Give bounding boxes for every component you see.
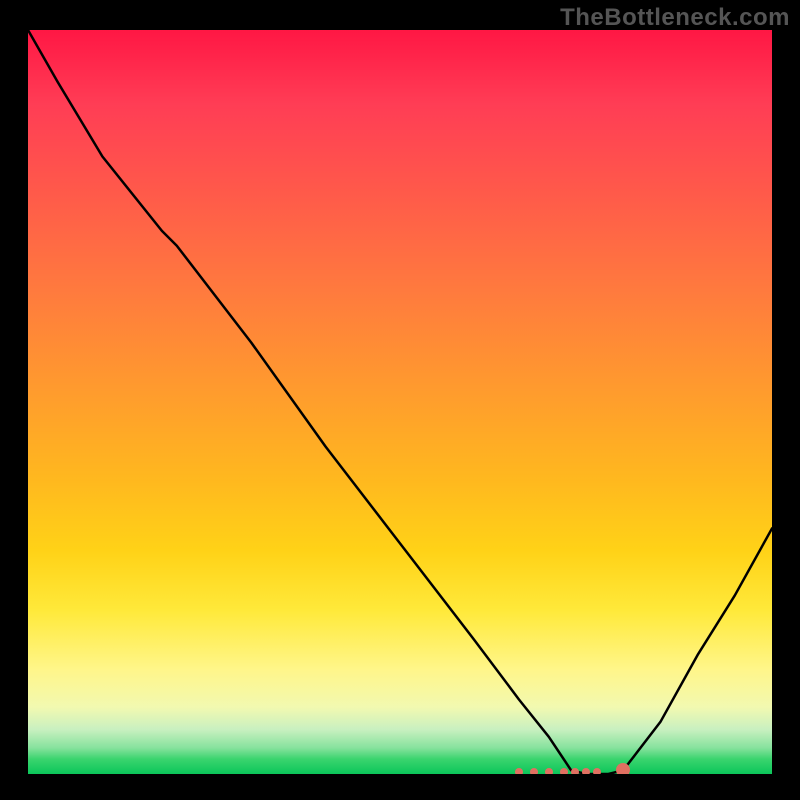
plot-area <box>28 30 772 774</box>
watermark-label: TheBottleneck.com <box>560 4 790 32</box>
data-marker <box>545 768 553 774</box>
data-marker <box>530 768 538 774</box>
data-marker <box>582 768 590 774</box>
data-marker <box>616 763 630 774</box>
data-marker <box>593 768 601 774</box>
bottleneck-curve <box>28 30 772 774</box>
chart-stage: TheBottleneck.com <box>0 0 800 800</box>
data-marker <box>560 768 568 774</box>
data-marker <box>515 768 523 774</box>
data-marker <box>571 768 579 774</box>
